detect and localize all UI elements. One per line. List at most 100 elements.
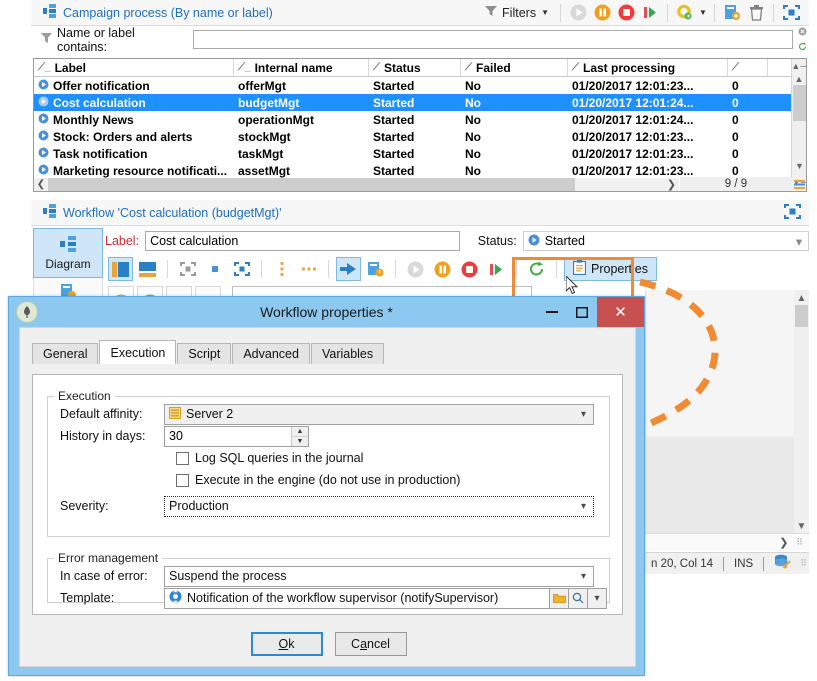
resize-grip-icon-2[interactable]: ⠿ bbox=[800, 558, 807, 569]
table-row[interactable]: Offer notification offerMgt Started No 0… bbox=[34, 77, 806, 94]
execute-engine-row[interactable]: Execute in the engine (do not use in pro… bbox=[176, 469, 609, 491]
select-all-icon[interactable] bbox=[175, 257, 200, 281]
duplicate-icon[interactable] bbox=[720, 1, 744, 25]
template-value: Notification of the workflow supervisor … bbox=[187, 591, 499, 605]
stop-icon[interactable] bbox=[614, 1, 638, 25]
default-affinity-dropdown[interactable]: Server 2 ▾ bbox=[164, 403, 594, 425]
cancel-button[interactable]: Cancel bbox=[334, 632, 407, 656]
chevron-down-icon[interactable]: ▾ bbox=[790, 234, 808, 249]
play-disabled-icon[interactable] bbox=[403, 257, 428, 281]
start-icon[interactable] bbox=[484, 257, 509, 281]
history-days-stepper[interactable]: 30 ▲ ▼ bbox=[164, 425, 309, 447]
scroll-thumb[interactable] bbox=[793, 85, 806, 121]
clear-filter-icon[interactable] bbox=[798, 25, 807, 39]
cell-status: Started bbox=[373, 95, 415, 110]
execute-engine-checkbox[interactable] bbox=[176, 473, 189, 487]
tab-execution[interactable]: Execution bbox=[99, 340, 177, 364]
refresh-filter-icon[interactable] bbox=[798, 40, 807, 54]
error-management-group: Error management In case of error: Suspe… bbox=[47, 551, 610, 609]
column-header-last-processing[interactable]: ⟋ Last processing bbox=[568, 59, 728, 76]
column-header-failed[interactable]: ⟋ Failed bbox=[461, 59, 568, 76]
scroll-down-icon[interactable]: ▼ bbox=[794, 519, 809, 533]
filters-label: Filters bbox=[502, 5, 537, 20]
log-sql-row[interactable]: Log SQL queries in the journal bbox=[176, 447, 609, 469]
status-dropdown[interactable]: Started ▾ bbox=[522, 231, 809, 251]
fullscreen-icon[interactable] bbox=[784, 203, 801, 222]
workflow-label-input[interactable]: Cost calculation bbox=[145, 231, 460, 251]
delete-icon[interactable] bbox=[744, 1, 768, 25]
table-row[interactable]: Monthly News operationMgt Started No 01/… bbox=[34, 111, 806, 128]
chevron-down-icon[interactable]: ▾ bbox=[574, 497, 593, 516]
scroll-down-icon[interactable]: ▼ bbox=[792, 159, 806, 172]
scroll-right-icon[interactable]: ❯ bbox=[664, 178, 679, 191]
tab-diagram[interactable]: Diagram bbox=[33, 228, 103, 278]
template-field[interactable]: Notification of the workflow supervisor … bbox=[164, 587, 550, 609]
step-forward-icon[interactable] bbox=[336, 257, 361, 281]
more-vertical-icon[interactable] bbox=[269, 257, 294, 281]
scroll-up-icon[interactable]: ▲ bbox=[794, 291, 809, 305]
folder-icon[interactable] bbox=[550, 587, 569, 609]
stop-icon[interactable] bbox=[457, 257, 482, 281]
log-sql-checkbox[interactable] bbox=[176, 451, 189, 465]
execute-task-icon[interactable] bbox=[363, 257, 388, 281]
hscroll-thumb[interactable] bbox=[34, 178, 575, 191]
column-header-internal-name[interactable]: ⟋_ Internal name bbox=[234, 59, 369, 76]
tab-advanced[interactable]: Advanced bbox=[232, 343, 310, 364]
workflow-properties-dialog[interactable]: Workflow properties * ✕ General Executio… bbox=[8, 296, 645, 676]
zoom-fit-icon[interactable] bbox=[229, 257, 254, 281]
column-header-label[interactable]: ⟋_ Label bbox=[34, 59, 234, 76]
chevron-down-icon[interactable]: ▾ bbox=[588, 587, 607, 609]
execute-engine-label: Execute in the engine (do not use in pro… bbox=[195, 473, 461, 487]
severity-dropdown[interactable]: Production ▾ bbox=[164, 495, 594, 517]
stepper-arrows[interactable]: ▲ ▼ bbox=[291, 426, 308, 446]
scroll-up-icon[interactable]: ▲ bbox=[792, 72, 806, 85]
stepper-up-icon[interactable]: ▲ bbox=[292, 426, 308, 437]
search-icon[interactable] bbox=[569, 587, 588, 609]
settings-dropdown-icon[interactable]: ▼ bbox=[697, 1, 709, 25]
cell-status: Started bbox=[373, 112, 415, 127]
scroll-top-icon[interactable]: ▲─ bbox=[791, 59, 806, 72]
template-label: Template: bbox=[60, 591, 115, 605]
table-row[interactable]: Cost calculation budgetMgt Started No 01… bbox=[34, 94, 806, 111]
error-group-legend: Error management bbox=[58, 551, 159, 565]
fullscreen-icon[interactable] bbox=[779, 1, 803, 25]
filter-row: Name or label contains: bbox=[31, 25, 809, 54]
filter-caption: Name or label contains: bbox=[41, 26, 185, 54]
log-sql-label: Log SQL queries in the journal bbox=[195, 451, 364, 465]
more-horizontal-icon[interactable] bbox=[296, 257, 321, 281]
scroll-left-icon[interactable]: ❮ bbox=[34, 178, 48, 191]
column-header-status[interactable]: ⟋ Status bbox=[369, 59, 461, 76]
expand-right-icon[interactable]: ❯ bbox=[779, 536, 788, 549]
stepper-down-icon[interactable]: ▼ bbox=[292, 436, 308, 446]
pause-icon[interactable] bbox=[590, 1, 614, 25]
split-vertical-icon[interactable] bbox=[108, 257, 133, 281]
select-none-icon[interactable] bbox=[202, 257, 227, 281]
table-row[interactable]: Stock: Orders and alerts stockMgt Starte… bbox=[34, 128, 806, 145]
tab-general[interactable]: General bbox=[32, 343, 99, 364]
grid-options-icon[interactable] bbox=[793, 177, 806, 191]
settings-gear-icon[interactable] bbox=[673, 1, 697, 25]
play-disabled-icon[interactable] bbox=[566, 1, 590, 25]
column-header-extra[interactable]: ⟋ bbox=[728, 59, 768, 76]
search-input[interactable] bbox=[193, 30, 794, 49]
grid-vertical-scrollbar[interactable]: ▲─ ▲ ▼ ▼─ bbox=[791, 59, 806, 191]
chevron-down-icon[interactable]: ▾ bbox=[574, 405, 593, 424]
resize-grip-icon[interactable]: ⠿ bbox=[796, 537, 803, 548]
in-case-of-error-dropdown[interactable]: Suspend the process ▾ bbox=[164, 565, 594, 587]
table-row[interactable]: Task notification taskMgt Started No 01/… bbox=[34, 145, 806, 162]
cell-label: Cost calculation bbox=[53, 95, 146, 110]
tab-script[interactable]: Script bbox=[177, 343, 232, 364]
tab-variables[interactable]: Variables bbox=[310, 343, 385, 364]
toolbar-divider-3 bbox=[714, 3, 715, 22]
split-horizontal-icon[interactable] bbox=[135, 257, 160, 281]
filters-button[interactable]: Filters ▼ bbox=[479, 1, 555, 25]
dialog-titlebar[interactable]: Workflow properties * ✕ bbox=[9, 297, 644, 327]
cell-label: Monthly News bbox=[53, 112, 134, 127]
ok-button[interactable]: Ok bbox=[250, 632, 323, 656]
database-key-icon[interactable] bbox=[774, 554, 792, 573]
process-grid[interactable]: ⟋_ Label ⟋_ Internal name ⟋ Status ⟋ Fai… bbox=[33, 58, 807, 192]
start-icon[interactable] bbox=[638, 1, 662, 25]
scroll-thumb[interactable] bbox=[795, 305, 808, 327]
pause-icon[interactable] bbox=[430, 257, 455, 281]
chevron-down-icon[interactable]: ▾ bbox=[574, 567, 593, 586]
